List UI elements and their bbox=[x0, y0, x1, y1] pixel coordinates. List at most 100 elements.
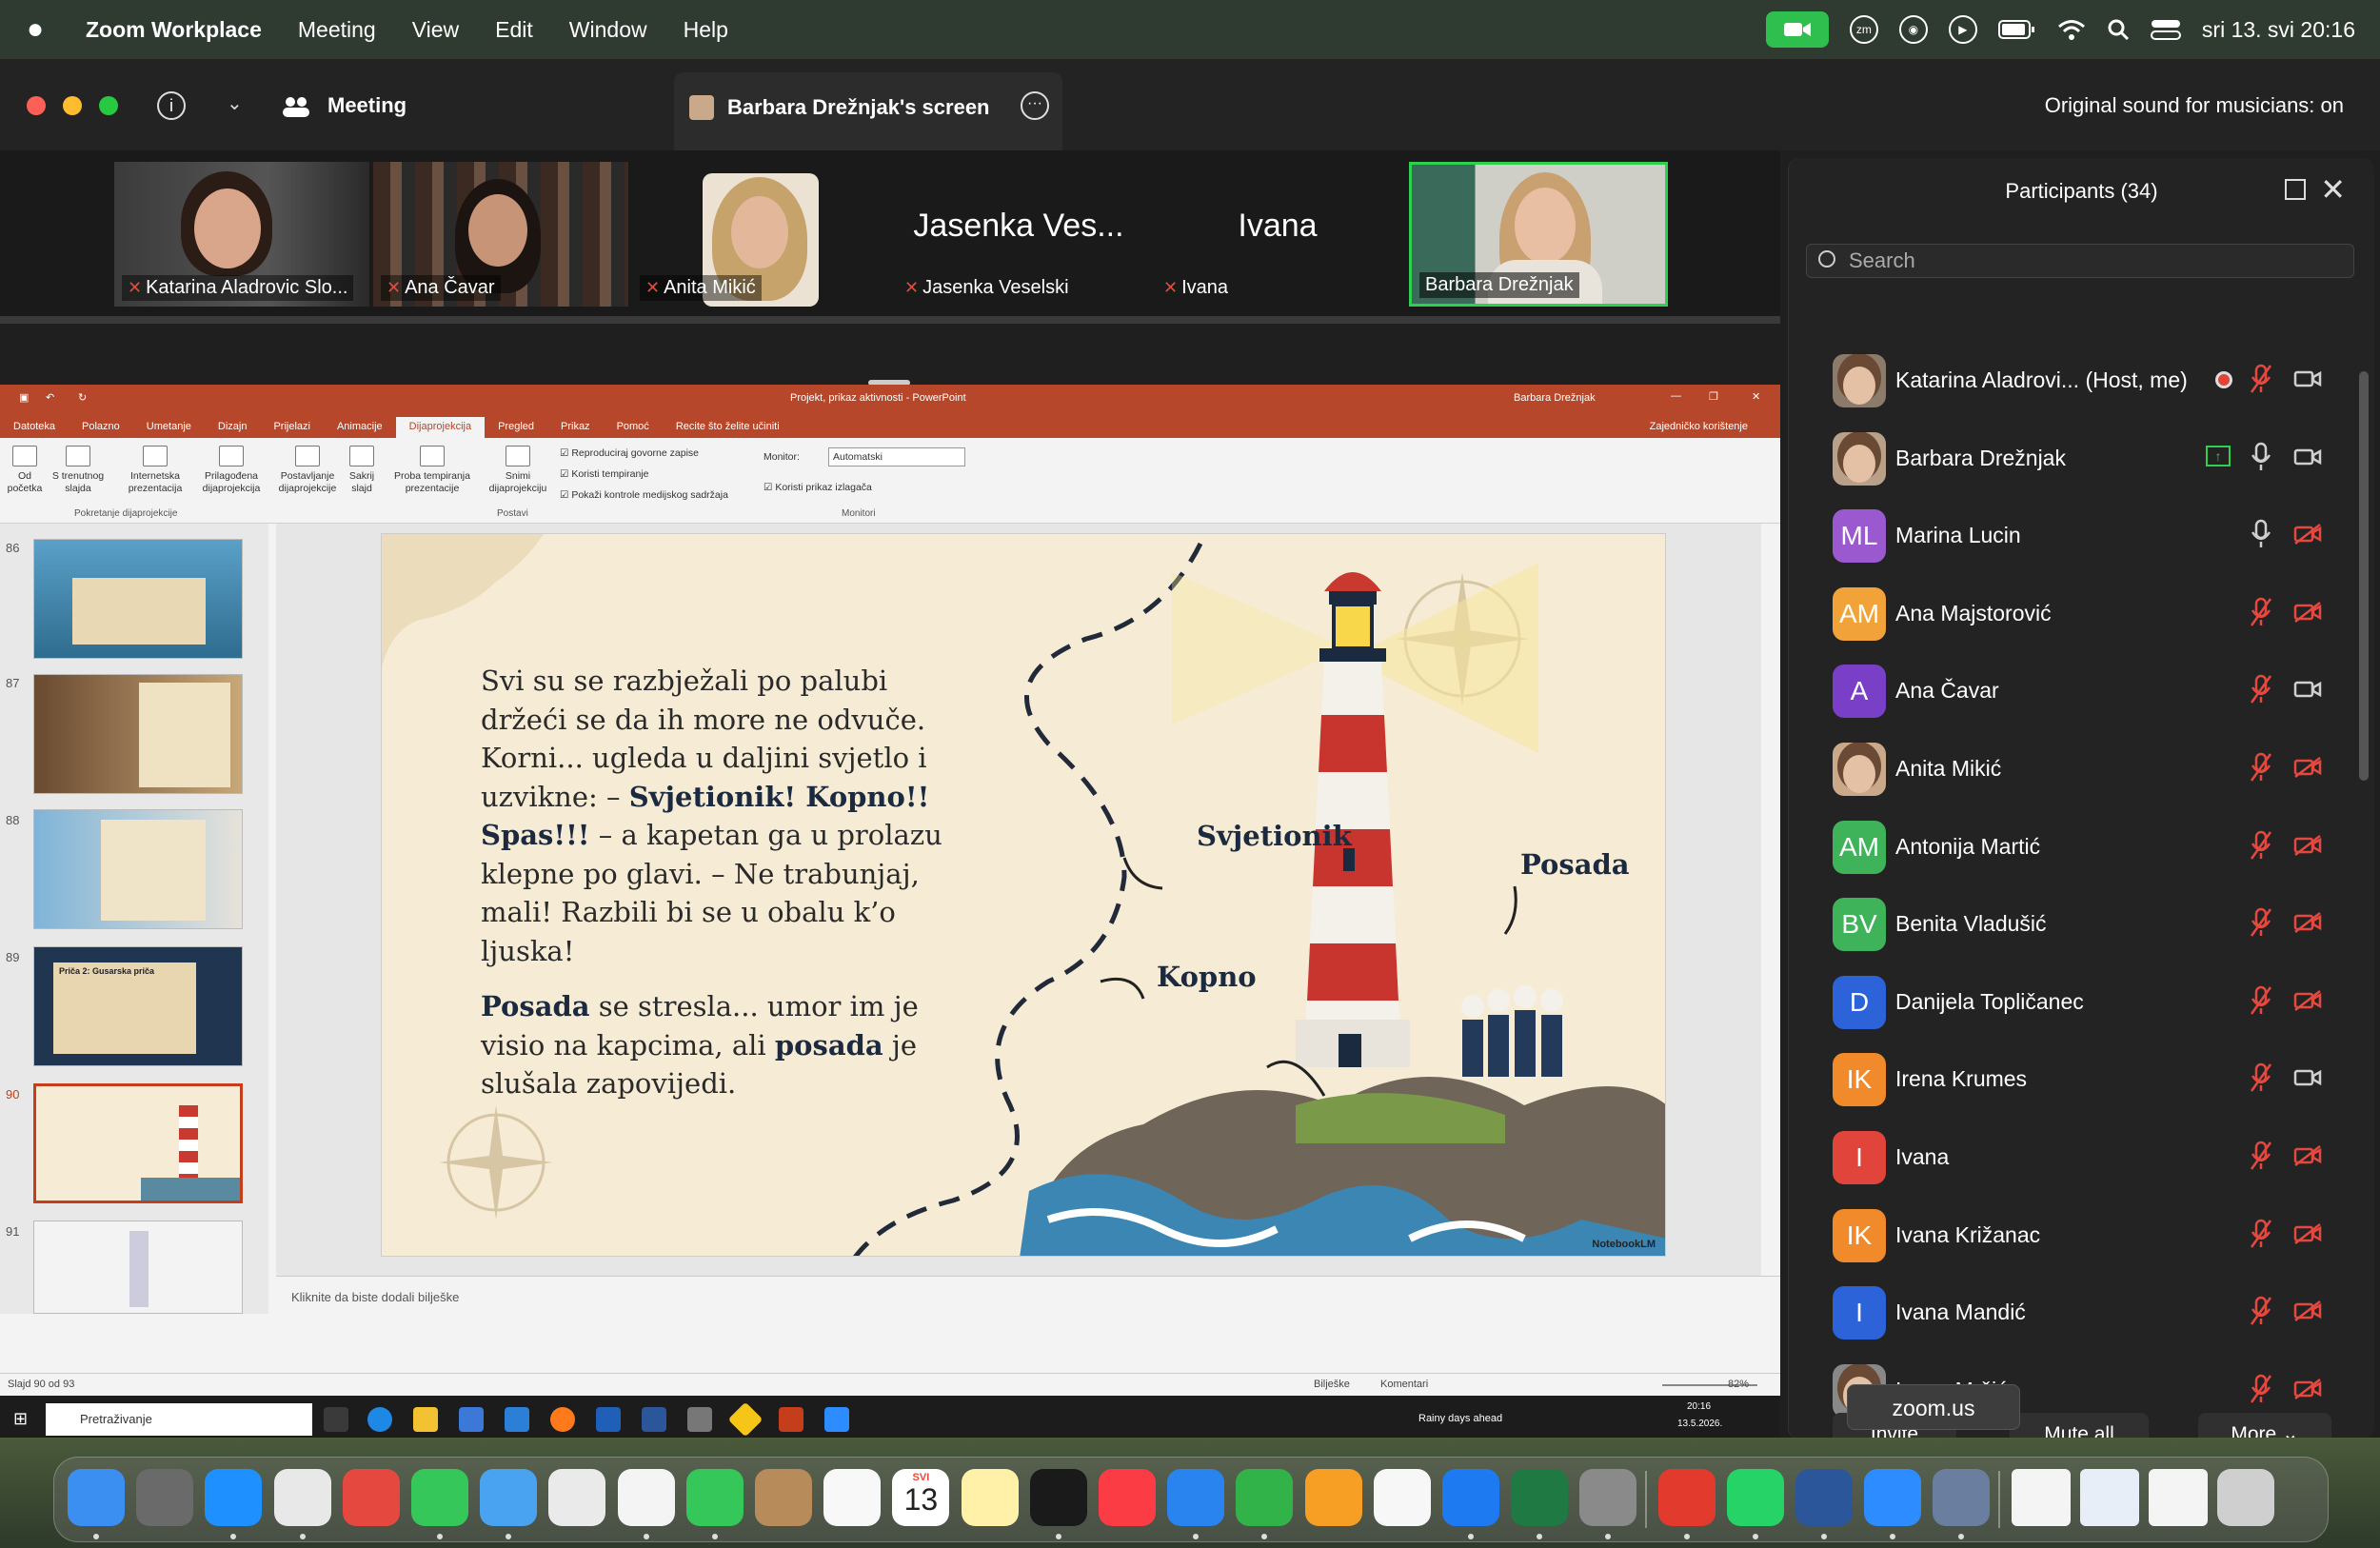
zoom-menubar-icon[interactable]: zm bbox=[1849, 15, 1878, 44]
video-tile[interactable]: ✕ Ana Čavar bbox=[373, 162, 628, 307]
camera-off-icon[interactable] bbox=[2293, 911, 2322, 934]
mail-icon[interactable] bbox=[480, 1469, 538, 1526]
slide-thumbnail-selected[interactable] bbox=[33, 1083, 243, 1203]
more-options-icon[interactable]: ··· bbox=[1021, 91, 1049, 120]
camera-off-icon[interactable] bbox=[2293, 1144, 2322, 1167]
taskbar-date[interactable]: 13.5.2026. bbox=[1677, 1419, 1722, 1429]
video-tile[interactable]: ✕ Anita Mikić bbox=[632, 162, 887, 307]
participant-row[interactable]: IK Irena Krumes bbox=[1789, 1049, 2360, 1107]
camera-off-icon[interactable] bbox=[2293, 834, 2322, 857]
tab-transitions[interactable]: Prijelazi bbox=[260, 417, 324, 438]
tv-icon[interactable] bbox=[1029, 1469, 1087, 1526]
online-present-button[interactable]: Internetska prezentacija bbox=[118, 446, 192, 495]
tab-home[interactable]: Polazno bbox=[69, 417, 133, 438]
setup-show-button[interactable]: Postavljanje dijaprojekcije bbox=[274, 446, 341, 495]
scrollbar[interactable] bbox=[2359, 371, 2369, 781]
trash-icon[interactable] bbox=[2217, 1469, 2275, 1526]
zoom-taskbar-icon[interactable] bbox=[824, 1407, 849, 1432]
participant-row[interactable]: AM Ana Majstorović bbox=[1789, 584, 2360, 641]
battery-icon[interactable] bbox=[1997, 19, 2036, 40]
launchpad-icon[interactable] bbox=[136, 1469, 194, 1526]
menu-meeting[interactable]: Meeting bbox=[298, 17, 376, 43]
participant-row[interactable]: I Ivana Mandić bbox=[1789, 1282, 2360, 1340]
show-media-controls-checkbox[interactable]: Pokaži kontrole medijskog sadržaja bbox=[560, 489, 728, 501]
minimize-window-button[interactable] bbox=[63, 96, 82, 115]
tab-file[interactable]: Datoteka bbox=[0, 417, 69, 438]
app-store-icon[interactable] bbox=[1442, 1469, 1499, 1526]
apple-menu-icon[interactable]: ● bbox=[27, 13, 65, 46]
menu-window[interactable]: Window bbox=[569, 17, 647, 43]
app-icon[interactable] bbox=[727, 1401, 764, 1438]
close-icon[interactable]: ✕ bbox=[2320, 171, 2346, 208]
play-narrations-checkbox[interactable]: Reproduciraj govorne zapise bbox=[560, 447, 699, 459]
slide-thumbnail[interactable] bbox=[33, 809, 243, 929]
restore-icon[interactable]: ❐ bbox=[1709, 390, 1718, 403]
mic-icon[interactable] bbox=[2250, 442, 2272, 472]
mic-muted-icon[interactable] bbox=[2250, 907, 2272, 938]
meeting-info-icon[interactable]: i bbox=[157, 91, 186, 120]
participant-row[interactable]: Anita Mikić bbox=[1789, 739, 2360, 796]
weather-widget[interactable]: Rainy days ahead bbox=[1418, 1413, 1502, 1424]
edge-icon[interactable] bbox=[367, 1407, 392, 1432]
mic-muted-icon[interactable] bbox=[2250, 597, 2272, 627]
participant-row[interactable]: Katarina Aladrovi... (Host, me) bbox=[1789, 350, 2360, 407]
music-icon[interactable] bbox=[1099, 1469, 1156, 1526]
whatsapp-icon[interactable] bbox=[1726, 1469, 1784, 1526]
excel-icon[interactable] bbox=[1511, 1469, 1569, 1526]
minimized-window-icon[interactable] bbox=[2011, 1469, 2071, 1526]
taskbar-search[interactable]: Pretraživanje bbox=[46, 1403, 312, 1436]
zoom-icon[interactable] bbox=[1864, 1469, 1922, 1526]
participant-search-input[interactable]: Search bbox=[1806, 244, 2354, 278]
use-timings-checkbox[interactable]: Koristi tempiranje bbox=[560, 468, 648, 480]
mic-muted-icon[interactable] bbox=[2250, 1062, 2272, 1093]
wifi-icon[interactable] bbox=[2057, 18, 2086, 41]
minimize-icon[interactable]: — bbox=[1671, 390, 1681, 402]
video-tile[interactable]: Ivana ✕ Ivana bbox=[1150, 162, 1405, 307]
camera-off-icon[interactable] bbox=[2293, 756, 2322, 779]
finder-icon[interactable] bbox=[68, 1469, 125, 1526]
original-sound-status[interactable]: Original sound for musicians: on bbox=[2045, 93, 2344, 118]
tab-help[interactable]: Pomoć bbox=[604, 417, 663, 438]
mail-icon[interactable] bbox=[505, 1407, 529, 1432]
slide-body-text[interactable]: Svi su se razbježali po palubi držeći se… bbox=[481, 662, 957, 1121]
camera-off-icon[interactable] bbox=[2293, 989, 2322, 1012]
taskbar-time[interactable]: 20:16 bbox=[1687, 1401, 1711, 1412]
camera-off-icon[interactable] bbox=[2293, 601, 2322, 624]
notes-pane[interactable]: Kliknite da biste dodali bilješke bbox=[276, 1276, 1780, 1320]
app-icon[interactable] bbox=[687, 1407, 712, 1432]
hide-slide-button[interactable]: Sakrij slajd bbox=[343, 446, 381, 495]
word-icon[interactable] bbox=[1795, 1469, 1853, 1526]
tab-insert[interactable]: Umetanje bbox=[133, 417, 205, 438]
firefox-icon[interactable] bbox=[550, 1407, 575, 1432]
menu-edit[interactable]: Edit bbox=[495, 17, 533, 43]
spotlight-search-icon[interactable] bbox=[2107, 18, 2130, 41]
participant-row[interactable]: IK Ivana Križanac bbox=[1789, 1205, 2360, 1262]
mic-muted-icon[interactable] bbox=[2250, 1374, 2272, 1404]
tab-animations[interactable]: Animacije bbox=[324, 417, 396, 438]
play-icon[interactable]: ▶ bbox=[1948, 15, 1977, 44]
facetime-icon[interactable] bbox=[685, 1469, 744, 1526]
freeform-icon[interactable] bbox=[1373, 1469, 1431, 1526]
tab-review[interactable]: Pregled bbox=[485, 417, 547, 438]
mic-muted-icon[interactable] bbox=[2250, 985, 2272, 1016]
slide-thumbnail[interactable] bbox=[33, 539, 243, 659]
mic-icon[interactable] bbox=[2250, 519, 2272, 549]
tab-design[interactable]: Dizajn bbox=[205, 417, 261, 438]
video-tile-active-speaker[interactable]: Barbara Drežnjak bbox=[1409, 162, 1668, 307]
calendar-icon[interactable]: SVI 13 bbox=[892, 1469, 950, 1526]
record-show-button[interactable]: Snimi dijaprojekciju bbox=[480, 446, 556, 495]
minimized-window-icon[interactable] bbox=[2149, 1469, 2208, 1526]
current-slide[interactable]: Svi su se razbježali po palubi držeći se… bbox=[381, 533, 1666, 1257]
share-tab[interactable]: Barbara Drežnjak's screen ··· bbox=[674, 72, 1062, 150]
video-tile[interactable]: ✕ Katarina Aladrovic Slo... bbox=[114, 162, 369, 307]
mic-muted-icon[interactable] bbox=[2250, 752, 2272, 783]
acrobat-icon[interactable] bbox=[1657, 1469, 1716, 1526]
menu-help[interactable]: Help bbox=[684, 17, 728, 43]
word-icon[interactable] bbox=[642, 1407, 666, 1432]
settings-icon[interactable] bbox=[1579, 1469, 1637, 1526]
store-icon[interactable] bbox=[459, 1407, 484, 1432]
zotero-icon[interactable] bbox=[342, 1469, 400, 1526]
slide-thumbnail[interactable]: Priča 2: Gusarska priča bbox=[33, 946, 243, 1066]
camera-icon[interactable] bbox=[2293, 367, 2322, 390]
comments-toggle[interactable]: Komentari bbox=[1380, 1379, 1428, 1390]
